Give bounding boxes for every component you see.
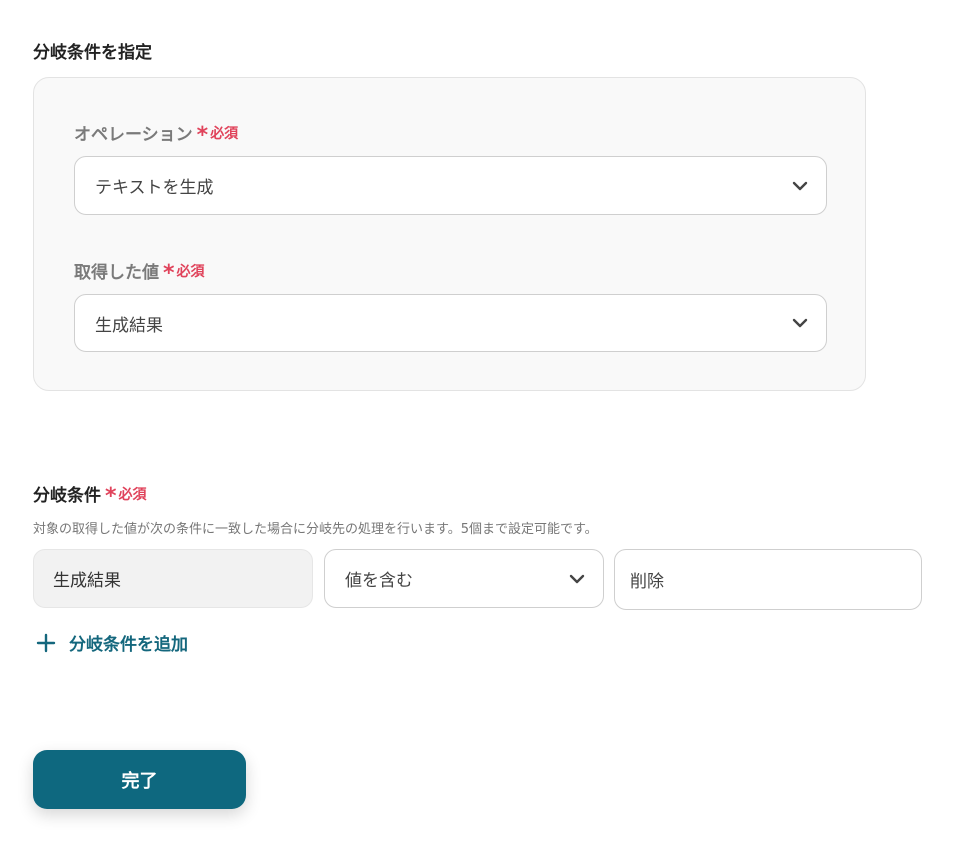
operation-label: オペレーション * 必須 (74, 120, 239, 148)
branch-condition-label-text: 分岐条件 (33, 486, 101, 506)
acquired-value-select-value: 生成結果 (95, 315, 163, 336)
condition-value-input[interactable] (614, 549, 922, 610)
required-star: * (105, 483, 117, 509)
acquired-value-label: 取得した値 * 必須 (74, 258, 205, 286)
required-star: * (196, 122, 209, 148)
acquired-value-label-text: 取得した値 (74, 263, 159, 283)
condition-target-field: 生成結果 (33, 549, 313, 608)
required-badge: * 必須 (163, 260, 205, 286)
required-badge: * 必須 (196, 122, 239, 148)
condition-operator-value: 値を含む (345, 571, 413, 591)
done-button[interactable]: 完了 (33, 750, 246, 809)
plus-icon (36, 633, 56, 652)
chevron-down-icon (792, 181, 808, 190)
condition-operator-select[interactable]: 値を含む (324, 549, 604, 608)
add-condition-label: 分岐条件を追加 (69, 635, 188, 655)
acquired-value-select[interactable]: 生成結果 (74, 294, 827, 352)
condition-source-panel: オペレーション * 必須 テキストを生成 取得した値 * 必須 生成結果 (33, 77, 866, 391)
operation-select-value: テキストを生成 (95, 178, 214, 198)
required-badge: * 必須 (105, 483, 147, 509)
operation-select[interactable]: テキストを生成 (74, 156, 827, 215)
required-text: 必須 (210, 125, 239, 142)
required-star: * (163, 260, 175, 286)
chevron-down-icon (792, 318, 808, 328)
branch-condition-label: 分岐条件 * 必須 (33, 481, 147, 509)
condition-target-value: 生成結果 (53, 571, 121, 591)
required-text: 必須 (176, 263, 205, 280)
add-condition-button[interactable]: 分岐条件を追加 (36, 630, 188, 655)
section-title: 分岐条件を指定 (33, 43, 152, 63)
required-text: 必須 (118, 486, 147, 503)
chevron-down-icon (569, 574, 585, 583)
branch-condition-help: 対象の取得した値が次の条件に一致した場合に分岐先の処理を行います。5個まで設定可… (33, 522, 598, 537)
operation-label-text: オペレーション (74, 125, 193, 145)
